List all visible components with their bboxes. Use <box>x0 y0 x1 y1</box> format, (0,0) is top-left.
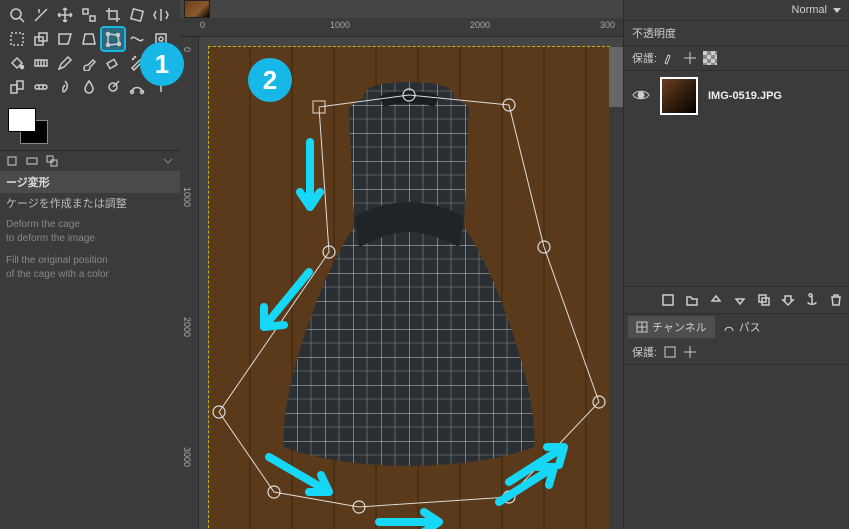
tool-magnify[interactable] <box>6 4 28 26</box>
tab-device-icon[interactable] <box>24 153 40 169</box>
tab-images-icon[interactable] <box>44 153 60 169</box>
tool-move[interactable] <box>54 4 76 26</box>
layer-buttons <box>624 286 849 314</box>
right-panel: Normal 不透明度 保護: IMG-0519.JPG <box>623 0 849 529</box>
dock-menu-icon[interactable] <box>160 153 176 169</box>
hint-fill-2: of the cage with a color <box>6 268 174 282</box>
tool-options-title: ージ変形 <box>0 171 180 193</box>
color-swatches[interactable] <box>8 108 172 144</box>
tool-warp[interactable] <box>126 28 148 50</box>
lock-move-icon-2[interactable] <box>683 345 697 359</box>
lock-alpha-icon[interactable] <box>703 51 717 65</box>
layer-thumbnail[interactable] <box>660 77 698 115</box>
tool-measure[interactable] <box>30 4 52 26</box>
new-layer-icon[interactable] <box>659 291 677 309</box>
lock-move-icon[interactable] <box>683 51 697 65</box>
hint-deform-1: Deform the cage <box>6 218 174 232</box>
tool-paint[interactable] <box>78 52 100 74</box>
tool-align[interactable] <box>78 4 100 26</box>
anchor-layer-icon[interactable] <box>803 291 821 309</box>
bottom-tabs: チャンネル パス <box>624 314 849 340</box>
lock-label: 保護: <box>632 50 657 66</box>
tab-channels[interactable]: チャンネル <box>628 316 715 338</box>
tool-crop[interactable] <box>102 4 124 26</box>
annotation-badge-1: 1 <box>140 42 184 86</box>
lower-layer-icon[interactable] <box>731 291 749 309</box>
arrow-annotation <box>259 447 349 507</box>
duplicate-layer-icon[interactable] <box>755 291 773 309</box>
ruler-vertical: 0 1000 2000 3000 <box>180 37 199 529</box>
tool-cage[interactable] <box>102 28 124 50</box>
merge-down-icon[interactable] <box>779 291 797 309</box>
arrow-annotation <box>295 137 325 227</box>
arrow-annotation <box>499 437 579 497</box>
tool-heal[interactable] <box>30 76 52 98</box>
tool-options-subtitle: ケージを作成または調整 <box>6 197 174 212</box>
tool-flip[interactable] <box>150 4 172 26</box>
delete-layer-icon[interactable] <box>827 291 845 309</box>
dock-tabbar <box>0 150 180 171</box>
canvas-area: 0 1000 2000 300 0 1000 2000 3000 <box>180 0 623 529</box>
tool-rect-select[interactable] <box>6 28 28 50</box>
tab-channels-label: チャンネル <box>652 319 707 335</box>
ruler-horizontal: 0 1000 2000 300 <box>180 18 623 37</box>
tab-paths[interactable]: パス <box>715 316 769 338</box>
tool-erase[interactable] <box>102 52 124 74</box>
opacity-label: 不透明度 <box>632 25 676 41</box>
scrollbar-thumb[interactable] <box>609 47 623 107</box>
tool-shear[interactable] <box>54 28 76 50</box>
blend-mode-value[interactable]: Normal <box>792 4 827 16</box>
tool-smudge[interactable] <box>54 76 76 98</box>
hint-fill-1: Fill the original position <box>6 254 174 268</box>
chevron-down-icon[interactable] <box>833 8 841 13</box>
tool-scale[interactable] <box>30 28 52 50</box>
annotation-badge-2: 2 <box>248 58 292 102</box>
arrow-annotation <box>369 507 459 529</box>
image-tabbar <box>180 0 623 18</box>
layer-name[interactable]: IMG-0519.JPG <box>708 90 782 102</box>
raise-layer-icon[interactable] <box>707 291 725 309</box>
lock-label-2: 保護: <box>632 344 657 360</box>
tool-perspective[interactable] <box>78 28 100 50</box>
tool-blur[interactable] <box>78 76 100 98</box>
tool-dodge[interactable] <box>102 76 124 98</box>
new-group-icon[interactable] <box>683 291 701 309</box>
fg-color[interactable] <box>8 108 36 132</box>
arrow-annotation <box>249 267 319 347</box>
lock-paint-icon[interactable] <box>663 51 677 65</box>
image-tab-thumb[interactable] <box>184 0 210 18</box>
tool-path[interactable] <box>126 76 148 98</box>
tool-rotate[interactable] <box>126 4 148 26</box>
tool-pencil[interactable] <box>54 52 76 74</box>
tool-options-body: ケージを作成または調整 Deform the cage to deform th… <box>0 193 180 286</box>
tool-clone[interactable] <box>6 76 28 98</box>
canvas-viewport[interactable] <box>199 37 623 529</box>
layer-row[interactable]: IMG-0519.JPG <box>624 71 849 121</box>
visibility-eye-icon[interactable] <box>632 86 650 107</box>
tool-bucket[interactable] <box>6 52 28 74</box>
tab-paths-label: パス <box>739 319 761 335</box>
tool-gradient[interactable] <box>30 52 52 74</box>
lock-paint-icon-2[interactable] <box>663 345 677 359</box>
scrollbar-vertical[interactable] <box>609 47 623 529</box>
tab-tool-options-icon[interactable] <box>4 153 20 169</box>
hint-deform-2: to deform the image <box>6 232 174 246</box>
